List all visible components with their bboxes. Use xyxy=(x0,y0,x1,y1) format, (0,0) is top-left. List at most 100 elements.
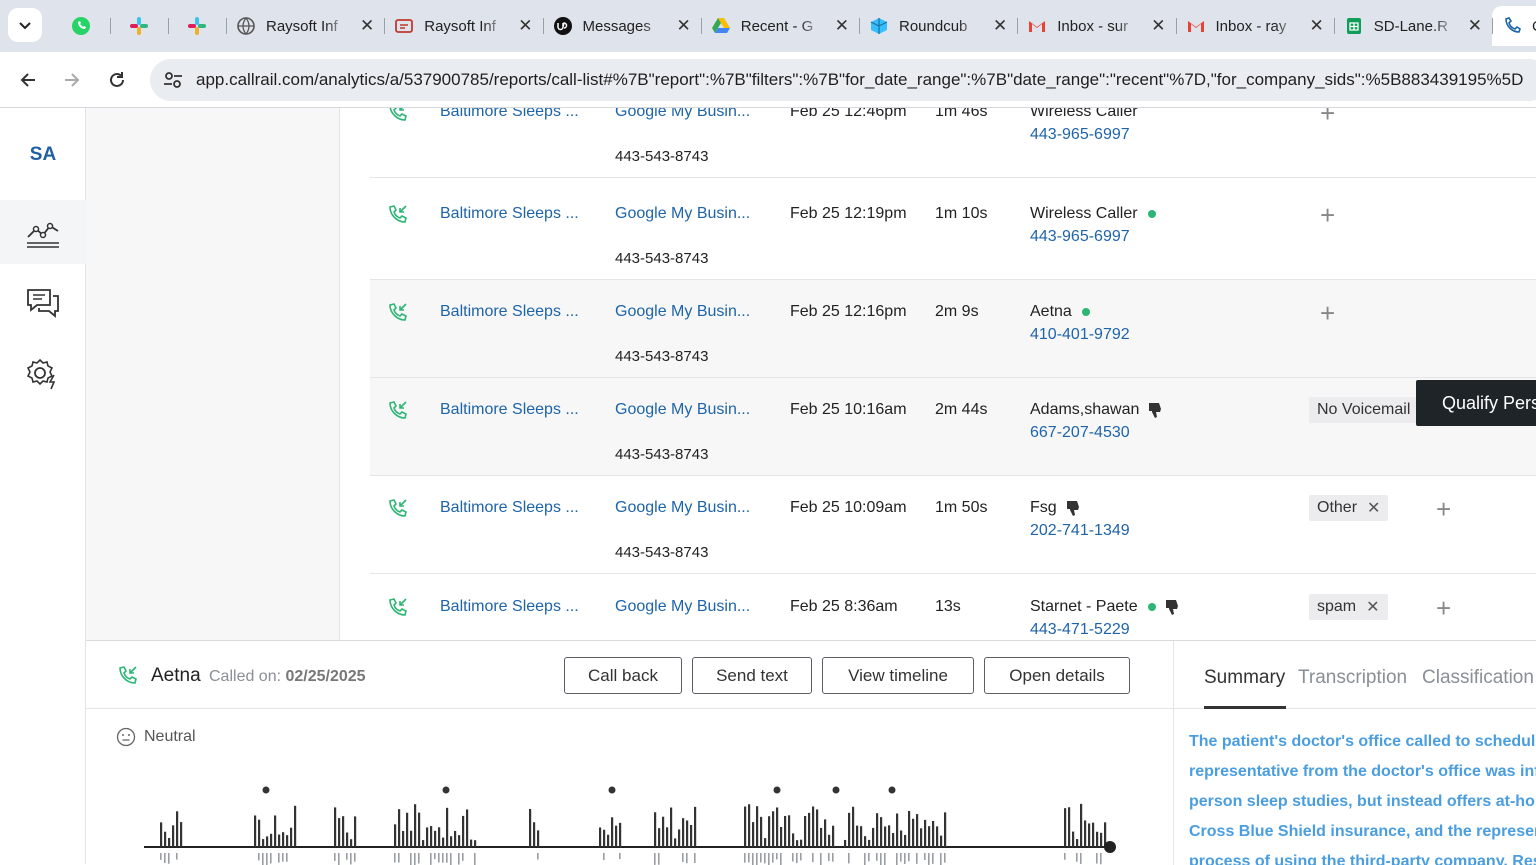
close-tab-icon[interactable]: ✕ xyxy=(677,16,691,36)
browser-tab[interactable]: Roundcub ✕ xyxy=(859,6,1017,46)
call-waveform[interactable] xyxy=(144,779,1124,865)
table-row[interactable]: Baltimore Sleeps ... Google My Busin... 44… xyxy=(370,280,1536,378)
site-settings-icon[interactable] xyxy=(162,69,184,91)
table-row[interactable]: Baltimore Sleeps ... Google My Busin... 44… xyxy=(370,182,1536,280)
reload-button[interactable] xyxy=(99,62,135,98)
close-tab-icon[interactable]: ✕ xyxy=(835,16,849,36)
account-link[interactable]: Baltimore Sleeps ... xyxy=(440,499,579,517)
caller-phone-link[interactable]: 443-965-6997 xyxy=(1030,228,1130,246)
arrow-left-icon xyxy=(20,73,35,87)
add-tag-button[interactable]: + xyxy=(1436,494,1451,525)
open-details-button[interactable]: Open details xyxy=(984,657,1130,694)
table-row[interactable]: Baltimore Sleeps ... Google My Busin... 44… xyxy=(370,378,1536,476)
add-tag-button[interactable]: + xyxy=(1320,108,1335,129)
account-link[interactable]: Baltimore Sleeps ... xyxy=(440,303,579,321)
waveform-marker[interactable] xyxy=(832,786,840,794)
browser-tab[interactable] xyxy=(52,6,110,46)
tab-search-button[interactable] xyxy=(8,8,42,42)
sidebar-item-settings[interactable] xyxy=(0,342,86,406)
tab-transcription[interactable]: Transcription xyxy=(1298,667,1407,689)
browser-tab[interactable]: C xyxy=(1492,6,1536,46)
browser-tab[interactable]: Inbox - ray ✕ xyxy=(1175,6,1334,46)
browser-tab[interactable]: Raysoft Inf ✕ xyxy=(226,6,384,46)
sidebar-item-conversations[interactable] xyxy=(0,271,86,335)
caller-phone-link[interactable]: 667-207-4530 xyxy=(1030,424,1130,442)
remove-tag-icon[interactable]: ✕ xyxy=(1367,498,1380,518)
call-time: Feb 25 10:16am xyxy=(790,401,907,418)
waveform-marker[interactable] xyxy=(442,786,450,794)
sheets-icon xyxy=(1344,16,1364,36)
source-link[interactable]: Google My Busin... xyxy=(615,303,750,321)
source-link[interactable]: Google My Busin... xyxy=(615,401,750,419)
add-tag-button[interactable]: + xyxy=(1320,298,1335,329)
summary-line: Cross Blue Shield insurance, and the rep… xyxy=(1189,823,1536,840)
app-sidebar: SA xyxy=(0,108,86,864)
call-time: Feb 25 12:16pm xyxy=(790,303,907,320)
source-link[interactable]: Google My Busin... xyxy=(615,499,750,517)
playhead-handle[interactable] xyxy=(1104,841,1116,853)
tag-pill[interactable]: No Voicemail xyxy=(1309,397,1419,423)
tab-classification[interactable]: Classification xyxy=(1422,667,1534,689)
close-tab-icon[interactable]: ✕ xyxy=(1310,16,1324,36)
account-link[interactable]: Baltimore Sleeps ... xyxy=(440,401,579,419)
tag-pill[interactable]: spam ✕ xyxy=(1309,594,1388,620)
waveform-marker[interactable] xyxy=(888,786,896,794)
back-button[interactable] xyxy=(10,62,46,98)
browser-tab[interactable] xyxy=(110,6,168,46)
call-back-button[interactable]: Call back xyxy=(564,657,682,694)
source-link[interactable]: Google My Busin... xyxy=(615,205,750,223)
caller-phone-link[interactable]: 410-401-9792 xyxy=(1030,326,1130,344)
table-row[interactable]: Baltimore Sleeps ... Google My Busin... 44… xyxy=(370,575,1536,640)
browser-toolbar: app.callrail.com/analytics/a/537900785/r… xyxy=(0,52,1536,108)
tab-summary[interactable]: Summary xyxy=(1204,667,1285,689)
url-text[interactable]: app.callrail.com/analytics/a/537900785/r… xyxy=(196,70,1523,90)
waveform-marker[interactable] xyxy=(773,786,781,794)
view-timeline-button[interactable]: View timeline xyxy=(822,657,974,694)
summary-line: representative from the doctor's office … xyxy=(1189,763,1536,780)
address-bar[interactable]: app.callrail.com/analytics/a/537900785/r… xyxy=(150,59,1536,101)
tracking-number: 443-543-8743 xyxy=(615,250,709,267)
browser-tab[interactable]: Inbox - sur ✕ xyxy=(1017,6,1175,46)
caller-phone-link[interactable]: 443-965-6997 xyxy=(1030,126,1130,144)
remove-tag-icon[interactable]: ✕ xyxy=(1366,597,1379,617)
close-tab-icon[interactable]: ✕ xyxy=(518,16,532,36)
sentiment-indicator: Neutral xyxy=(116,727,196,747)
qualify-person-button[interactable]: Qualify Pers xyxy=(1416,380,1536,426)
close-tab-icon[interactable]: ✕ xyxy=(360,16,374,36)
table-row[interactable]: Baltimore Sleeps ... Google My Busin... 44… xyxy=(370,108,1536,178)
thumbs-down-icon[interactable] xyxy=(1164,598,1180,616)
browser-tab[interactable]: Messages ✕ xyxy=(542,6,701,46)
table-row[interactable]: Baltimore Sleeps ... Google My Busin... 44… xyxy=(370,476,1536,574)
tracking-number: 443-543-8743 xyxy=(615,348,709,365)
source-link[interactable]: Google My Busin... xyxy=(615,108,750,121)
tracking-number: 443-543-8743 xyxy=(615,446,709,463)
tag-pill[interactable]: Other ✕ xyxy=(1309,495,1389,521)
new-caller-dot xyxy=(1147,603,1156,611)
waveform-marker[interactable] xyxy=(262,786,270,794)
browser-tab[interactable]: SD-Lane.R ✕ xyxy=(1333,6,1492,46)
caller-phone-link[interactable]: 443-471-5229 xyxy=(1030,621,1130,639)
sidebar-item-analytics[interactable] xyxy=(0,200,86,264)
gmail-icon xyxy=(1186,16,1206,36)
account-link[interactable]: Baltimore Sleeps ... xyxy=(440,205,579,223)
caller-phone-link[interactable]: 202-741-1349 xyxy=(1030,522,1130,540)
add-tag-button[interactable]: + xyxy=(1436,593,1451,624)
chevron-down-icon xyxy=(19,22,31,30)
browser-tab[interactable]: Raysoft Inf ✕ xyxy=(384,6,542,46)
browser-tab[interactable]: Recent - G ✕ xyxy=(700,6,859,46)
browser-tab[interactable] xyxy=(168,6,226,46)
send-text-button[interactable]: Send text xyxy=(692,657,812,694)
close-tab-icon[interactable]: ✕ xyxy=(993,16,1007,36)
close-tab-icon[interactable]: ✕ xyxy=(1468,16,1482,36)
source-link[interactable]: Google My Busin... xyxy=(615,598,750,616)
forward-button[interactable] xyxy=(54,62,90,98)
caller-name-text: Aetna xyxy=(1030,303,1072,320)
account-link[interactable]: Baltimore Sleeps ... xyxy=(440,598,579,616)
waveform-marker[interactable] xyxy=(608,786,616,794)
account-link[interactable]: Baltimore Sleeps ... xyxy=(440,108,579,121)
add-tag-button[interactable]: + xyxy=(1320,200,1335,231)
thumbs-down-icon[interactable] xyxy=(1065,499,1081,517)
close-tab-icon[interactable]: ✕ xyxy=(1151,16,1165,36)
thumbs-down-icon[interactable] xyxy=(1147,401,1163,419)
account-initials[interactable]: SA xyxy=(0,144,86,166)
